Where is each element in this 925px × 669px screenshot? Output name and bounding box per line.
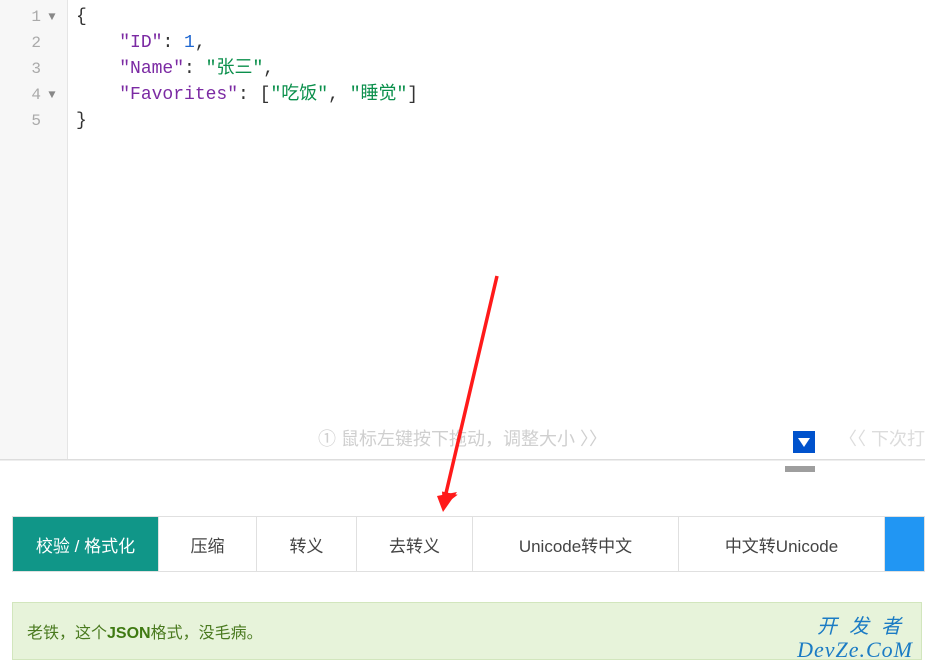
watermark: 开发者 DevZe.CoM [797, 617, 913, 661]
unescape-button[interactable]: 去转义 [357, 517, 473, 571]
validate-format-button[interactable]: 校验 / 格式化 [13, 517, 159, 571]
horizontal-scrollbar[interactable] [785, 466, 815, 472]
more-button[interactable] [885, 517, 924, 571]
line-number: 4 [31, 82, 41, 108]
line-number: 3 [31, 56, 41, 82]
escape-button[interactable]: 转义 [257, 517, 357, 571]
action-toolbar: 校验 / 格式化 压缩 转义 去转义 Unicode转中文 中文转Unicode [12, 516, 925, 572]
code-editor[interactable]: 1▼ 2 3 4▼ 5 { "ID": 1, "Name": "张三", "Fa… [0, 0, 925, 460]
unicode-to-cn-button[interactable]: Unicode转中文 [473, 517, 679, 571]
cn-to-unicode-button[interactable]: 中文转Unicode [679, 517, 885, 571]
compress-button[interactable]: 压缩 [159, 517, 257, 571]
line-gutter: 1▼ 2 3 4▼ 5 [0, 0, 68, 459]
dropdown-toggle[interactable] [793, 431, 815, 453]
status-message: 老铁，这个JSON格式，没毛病。 开发者 DevZe.CoM [12, 602, 922, 660]
line-number: 2 [31, 30, 41, 56]
fold-toggle-icon[interactable]: ▼ [47, 4, 57, 30]
line-number: 5 [31, 108, 41, 134]
next-hint: 〈〈 下次打 [839, 425, 925, 451]
chevron-down-icon [797, 436, 811, 448]
line-number: 1 [31, 4, 41, 30]
code-content[interactable]: { "ID": 1, "Name": "张三", "Favorites": ["… [68, 0, 925, 459]
fold-toggle-icon[interactable]: ▼ [47, 82, 57, 108]
